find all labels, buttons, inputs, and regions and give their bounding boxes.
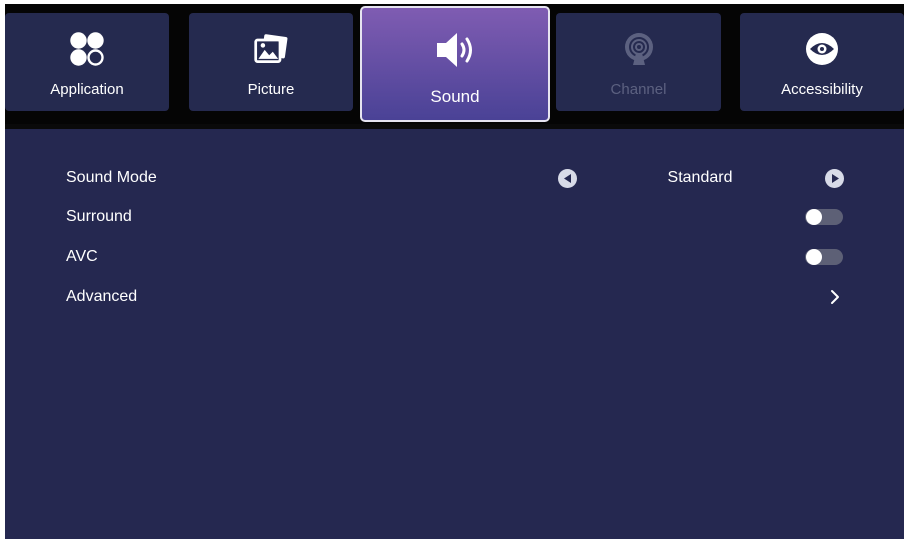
arrow-right-icon bbox=[831, 174, 839, 183]
eye-icon bbox=[806, 33, 838, 65]
picture-icon bbox=[254, 34, 288, 63]
sound-settings-panel: Sound Mode Standard Surround AVC Advance… bbox=[5, 129, 904, 539]
avc-label: AVC bbox=[66, 248, 98, 265]
tab-accessibility[interactable]: Accessibility bbox=[740, 13, 904, 111]
arrow-left-icon bbox=[563, 174, 571, 183]
tab-channel-label: Channel bbox=[610, 81, 667, 98]
tab-application[interactable]: Application bbox=[5, 13, 169, 111]
advanced-label: Advanced bbox=[66, 288, 138, 305]
speaker-icon bbox=[437, 33, 472, 67]
chevron-right-icon bbox=[831, 290, 839, 304]
surround-toggle[interactable] bbox=[805, 209, 843, 225]
avc-row[interactable]: AVC bbox=[5, 238, 904, 276]
surround-label: Surround bbox=[66, 208, 132, 225]
tab-picture-label: Picture bbox=[247, 81, 295, 98]
tab-accessibility-label: Accessibility bbox=[781, 81, 863, 98]
surround-row[interactable]: Surround bbox=[5, 198, 904, 236]
surround-toggle-knob bbox=[806, 209, 822, 225]
category-tab-bar: Application Picture Sound Channel Access… bbox=[5, 4, 904, 124]
tab-sound-label: Sound bbox=[430, 87, 480, 106]
channel-antenna-icon bbox=[624, 33, 653, 65]
tab-application-label: Application bbox=[50, 81, 124, 98]
tab-sound[interactable]: Sound bbox=[360, 6, 550, 122]
avc-toggle[interactable] bbox=[805, 249, 843, 265]
sound-mode-previous-button[interactable] bbox=[558, 169, 577, 188]
tab-picture[interactable]: Picture bbox=[189, 13, 353, 111]
advanced-row[interactable]: Advanced bbox=[5, 278, 904, 316]
tv-settings-screen: Application Picture Sound Channel Access… bbox=[5, 4, 904, 539]
sound-mode-next-button[interactable] bbox=[825, 169, 844, 188]
tab-channel[interactable]: Channel bbox=[556, 13, 721, 111]
apps-icon bbox=[70, 32, 104, 66]
sound-mode-row[interactable]: Sound Mode Standard bbox=[5, 159, 904, 197]
avc-toggle-knob bbox=[806, 249, 822, 265]
sound-mode-value: Standard bbox=[667, 169, 733, 186]
sound-mode-label: Sound Mode bbox=[66, 169, 157, 186]
